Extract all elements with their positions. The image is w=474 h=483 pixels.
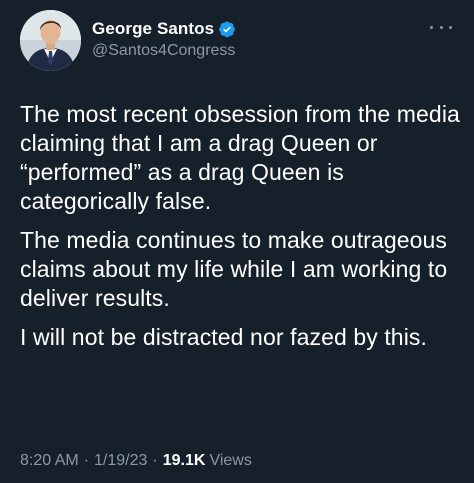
verified-badge-icon <box>218 20 236 38</box>
tweet-time[interactable]: 8:20 AM <box>20 452 79 470</box>
tweet-date[interactable]: 1/19/23 <box>94 452 147 470</box>
tweet-paragraph: The media continues to make outrageous c… <box>20 227 448 311</box>
avatar-image <box>20 10 81 71</box>
more-dot <box>430 25 433 29</box>
meta-separator: · <box>83 452 90 469</box>
tweet-body: The most recent obsession from the media… <box>20 100 460 362</box>
avatar[interactable] <box>20 10 81 71</box>
author-names: George Santos @Santos4Congress <box>92 18 236 60</box>
name-row: George Santos <box>92 18 236 40</box>
views-label: Views <box>209 452 252 469</box>
tweet-paragraph: The most recent obsession from the media… <box>20 101 460 214</box>
tweet-header: George Santos @Santos4Congress <box>20 10 460 72</box>
more-dot <box>439 25 443 29</box>
views-count[interactable]: 19.1K <box>163 452 206 470</box>
display-name[interactable]: George Santos <box>92 19 214 39</box>
tweet-paragraph: I will not be distracted nor fazed by th… <box>20 324 428 350</box>
tweet-card: George Santos @Santos4Congress The most … <box>0 0 474 483</box>
tweet-meta: 8:20 AM · 1/19/23 · 19.1K Views <box>20 452 252 470</box>
handle[interactable]: @Santos4Congress <box>92 42 236 60</box>
meta-separator: · <box>152 452 158 469</box>
more-dot <box>449 25 452 29</box>
more-options-icon[interactable] <box>430 20 452 34</box>
